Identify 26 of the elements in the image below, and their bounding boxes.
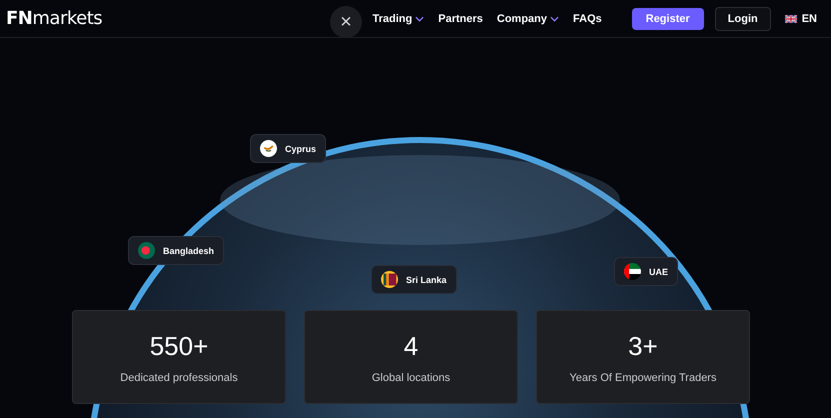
- stat-value: 3+: [628, 330, 658, 362]
- stat-label: Years Of Empowering Traders: [570, 372, 716, 384]
- login-button[interactable]: Login: [714, 6, 771, 30]
- brand-logo[interactable]: FNmarkets: [6, 8, 102, 29]
- stat-value: 4: [404, 330, 418, 362]
- flag-icon: [624, 263, 641, 280]
- flag-icon: [138, 242, 155, 259]
- stat-label: Dedicated professionals: [120, 372, 238, 384]
- location-name: Sri Lanka: [406, 274, 447, 284]
- flag-icon: [381, 271, 398, 288]
- chevron-down-icon: [550, 16, 560, 22]
- uk-flag-icon: [784, 14, 797, 22]
- nav-link[interactable]: Company: [496, 12, 560, 24]
- register-button[interactable]: Register: [632, 8, 704, 30]
- location-name: UAE: [649, 266, 668, 276]
- language-selector[interactable]: EN: [778, 12, 823, 26]
- nav-link[interactable]: FAQs: [573, 12, 602, 24]
- flag-icon: [260, 140, 277, 157]
- nav-link[interactable]: Partners: [438, 12, 483, 24]
- stat-value: 550+: [150, 330, 208, 362]
- location-name: Cyprus: [285, 144, 316, 154]
- nav-link[interactable]: Trading: [372, 12, 424, 24]
- stat-label: Global locations: [372, 372, 450, 384]
- chevron-down-icon: [415, 16, 424, 22]
- location-name: Bangladesh: [163, 246, 214, 256]
- close-button[interactable]: ×: [330, 6, 362, 38]
